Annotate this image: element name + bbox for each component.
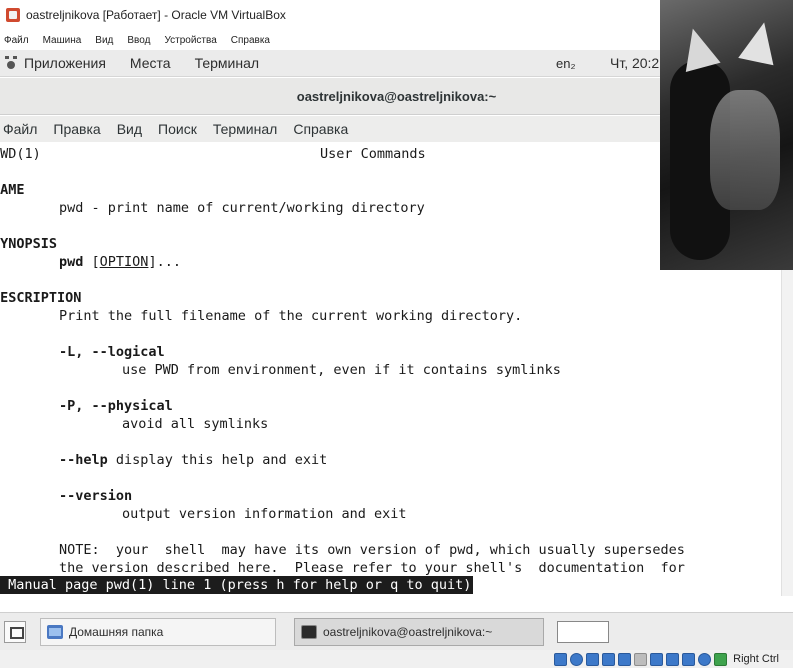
opt-help: --help: [59, 452, 108, 468]
keyboard-layout-indicator[interactable]: en₂: [556, 56, 576, 71]
man-section-name: NAME: [0, 181, 25, 199]
gnome-bottom-taskbar: Домашняя папка oastreljnikova@oastreljni…: [0, 612, 793, 650]
man-opt-version: --version: [59, 487, 132, 505]
man-name-line: pwd - print name of current/working dire…: [59, 200, 425, 216]
man-note-line-1: NOTE: your shell may have its own versio…: [59, 542, 685, 558]
cat-ear-headband-right: [738, 18, 782, 66]
terminal-menu-file[interactable]: Файл: [3, 121, 37, 137]
taskbar-home-folder[interactable]: Домашняя папка: [40, 618, 276, 646]
keyboard-capture-icon[interactable]: [714, 652, 728, 666]
recording-icon[interactable]: [666, 652, 680, 666]
vbox-menu-input[interactable]: Ввод: [127, 35, 150, 46]
hard-disk-icon[interactable]: [554, 652, 568, 666]
man-section-synopsis: SYNOPSIS: [0, 235, 57, 253]
description-heading: DESCRIPTION: [0, 290, 82, 306]
man-opt-help: --help display this help and exit: [59, 451, 327, 469]
display-icon[interactable]: [650, 652, 664, 666]
taskbar-home-folder-label: Домашняя папка: [69, 625, 164, 639]
vbox-menu-file[interactable]: Файл: [4, 35, 29, 46]
synopsis-rest: ...: [156, 254, 181, 270]
terminal-app-menu[interactable]: Терминал: [195, 55, 259, 71]
opt-version: --version: [59, 488, 133, 504]
webcam-face: [710, 90, 780, 210]
usb-icon[interactable]: [618, 652, 632, 666]
vbox-menu-machine[interactable]: Машина: [43, 35, 82, 46]
man-status-line: Manual page pwd(1) line 1 (press h for h…: [0, 576, 474, 594]
opt-logical: -L, --logical: [59, 344, 165, 360]
taskbar-terminal-window[interactable]: oastreljnikova@oastreljnikova:~: [294, 618, 544, 646]
opt-help-desc: display this help and exit: [115, 452, 328, 468]
name-heading: NAME: [0, 182, 25, 198]
man-note-line-2: the version described here. Please refer…: [59, 560, 685, 576]
synopsis-heading: SYNOPSIS: [0, 236, 58, 252]
opt-physical: -P, --physical: [59, 398, 173, 414]
panel-clock[interactable]: Чт, 20:2: [610, 55, 659, 71]
vbox-menu-help[interactable]: Справка: [231, 35, 270, 46]
man-section-description: DESCRIPTION: [0, 289, 81, 307]
terminal-menu-search[interactable]: Поиск: [158, 121, 197, 137]
man-opt-version-desc: output version information and exit: [122, 506, 407, 522]
terminal-window-title: oastreljnikova@oastreljnikova:~: [296, 89, 497, 104]
man-opt-physical-desc: avoid all symlinks: [122, 416, 269, 432]
synopsis-option: OPTION: [99, 254, 149, 270]
man-opt-logical: -L, --logical: [59, 343, 165, 361]
vbox-menu-view[interactable]: Вид: [95, 35, 113, 46]
mouse-integration-icon[interactable]: [698, 652, 712, 666]
applications-label: Приложения: [24, 55, 106, 71]
taskbar-terminal-label: oastreljnikova@oastreljnikova:~: [323, 625, 493, 639]
man-synopsis-line: pwd [OPTION]...: [59, 254, 181, 270]
man-header-left: PWD(1): [0, 146, 41, 162]
terminal-menu-terminal[interactable]: Терминал: [213, 121, 277, 137]
man-description-line: Print the full filename of the current w…: [59, 308, 523, 324]
webcam-overlay: [660, 0, 793, 270]
terminal-menu-view[interactable]: Вид: [117, 121, 142, 137]
workspace-switcher[interactable]: [557, 621, 609, 643]
audio-icon[interactable]: [586, 652, 600, 666]
man-opt-logical-desc: use PWD from environment, even if it con…: [122, 362, 561, 378]
man-header: PWD(1) User Commands: [0, 145, 426, 163]
man-header-center: User Commands: [320, 146, 426, 162]
show-desktop-button[interactable]: [4, 621, 26, 643]
network-icon[interactable]: [602, 652, 616, 666]
terminal-icon: [301, 625, 317, 639]
synopsis-cmd: pwd: [59, 254, 84, 270]
terminal-menu-edit[interactable]: Правка: [53, 121, 100, 137]
optical-drive-icon[interactable]: [570, 652, 584, 666]
places-menu[interactable]: Места: [130, 55, 171, 71]
vbox-window-title: oastreljnikova [Работает] - Oracle VM Vi…: [26, 8, 286, 22]
gnome-foot-icon: [4, 56, 18, 70]
terminal-menu-help[interactable]: Справка: [293, 121, 348, 137]
virtualbox-logo-icon: [6, 8, 20, 22]
vbox-menu-devices[interactable]: Устройства: [164, 35, 216, 46]
applications-menu[interactable]: Приложения: [0, 55, 106, 71]
shared-folders-icon[interactable]: [634, 652, 648, 666]
man-opt-physical: -P, --physical: [59, 397, 173, 415]
host-key-label: Right Ctrl: [733, 653, 779, 665]
virtualization-icon[interactable]: [682, 652, 696, 666]
folder-icon: [47, 625, 63, 639]
vbox-statusbar: Right Ctrl: [0, 650, 793, 668]
